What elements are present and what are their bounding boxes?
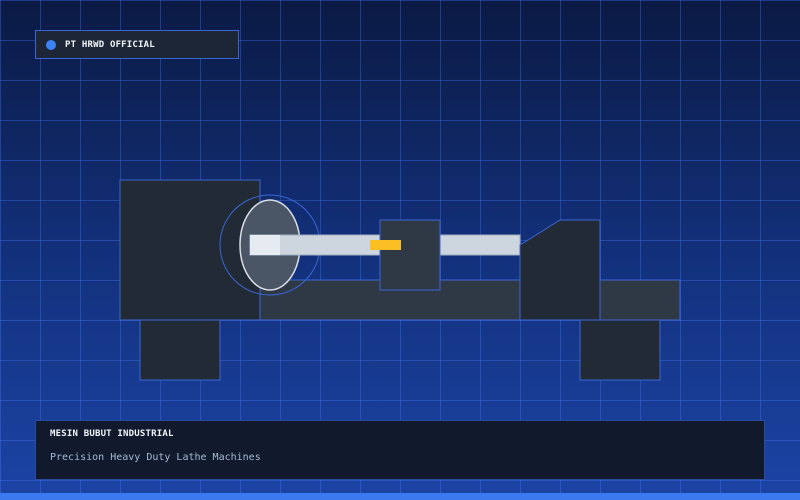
lathe-right-leg: [579, 319, 661, 381]
workpiece-end: [250, 235, 280, 255]
lathe-carriage: [379, 219, 441, 291]
lathe-left-leg: [139, 319, 221, 381]
lathe-headstock: [119, 179, 261, 321]
info-title: MESIN BUBUT INDUSTRIAL: [50, 429, 174, 439]
cutting-tool: [370, 240, 401, 250]
lathe-tailstock: [519, 219, 601, 321]
info-panel: MESIN BUBUT INDUSTRIAL Precision Heavy D…: [35, 420, 765, 480]
bottom-accent-strip: [0, 493, 800, 500]
info-subtitle: Precision Heavy Duty Lathe Machines: [50, 452, 261, 463]
lathe-bed: [259, 279, 681, 321]
